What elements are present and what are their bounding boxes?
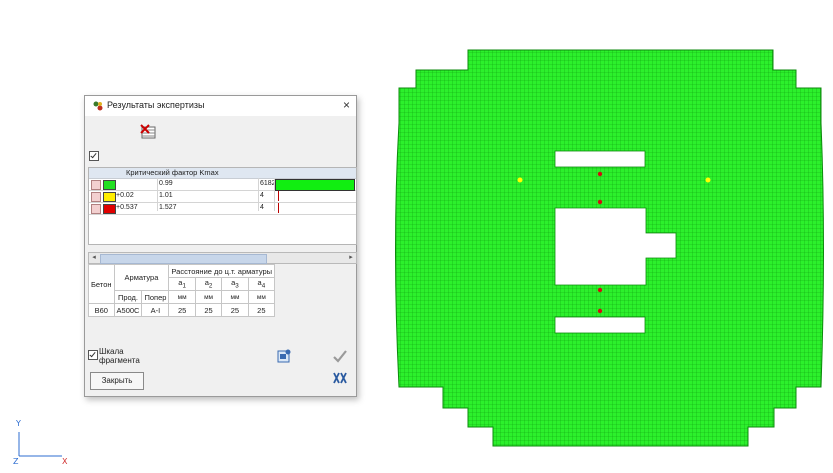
- close-button[interactable]: Закрыть: [90, 372, 144, 390]
- a2-header: a2: [194, 277, 223, 291]
- dialog-title: Результаты экспертизы: [107, 100, 205, 110]
- scroll-right-icon[interactable]: ▸: [346, 253, 356, 263]
- row-value: 1.01: [159, 192, 173, 199]
- poper-header: Попер: [141, 290, 170, 304]
- marker-red: [597, 287, 603, 293]
- settings-icon[interactable]: [276, 348, 292, 364]
- fragment-scale-label: Шкала фрагмента: [99, 347, 140, 365]
- opening-top: [554, 150, 646, 168]
- apply-check-icon[interactable]: [332, 348, 348, 364]
- row-bar: [278, 191, 279, 201]
- a3-header: a3: [221, 277, 249, 291]
- row-delta: +0.537: [116, 204, 138, 211]
- cancel-icon[interactable]: [332, 370, 348, 386]
- prod-header: Прод.: [113, 290, 143, 304]
- row-bar: [275, 179, 355, 191]
- unit-label: мм: [221, 290, 249, 304]
- row-count: 4: [260, 204, 264, 211]
- color-swatch[interactable]: [103, 180, 116, 190]
- app-icon: [93, 101, 103, 111]
- beton-header: Бетон: [88, 264, 115, 304]
- color-swatch[interactable]: [103, 204, 116, 214]
- grid-row[interactable]: +0.02 1.01 4: [89, 191, 356, 203]
- axis-x-label: X: [62, 457, 68, 466]
- row-value: 1.527: [159, 204, 177, 211]
- row-bar: [278, 203, 279, 213]
- scroll-thumb[interactable]: [100, 254, 267, 264]
- show-all-checkbox[interactable]: [89, 151, 99, 161]
- color-swatch[interactable]: [103, 192, 116, 202]
- fragment-scale-checkbox[interactable]: [88, 350, 98, 360]
- opening-bottom: [554, 316, 646, 334]
- row-mark-icon[interactable]: [91, 204, 101, 214]
- scroll-left-icon[interactable]: ◂: [89, 253, 99, 263]
- row-mark-icon[interactable]: [91, 180, 101, 190]
- marker-red: [597, 199, 603, 205]
- marker-yellow: [517, 177, 523, 183]
- marker-red: [597, 308, 603, 314]
- unit-label: мм: [247, 290, 276, 304]
- arm-header: Арматура: [113, 264, 170, 291]
- grid-row[interactable]: +0.537 1.527 4: [89, 203, 356, 215]
- delete-table-icon[interactable]: [140, 124, 158, 140]
- axis-triad: [18, 432, 62, 457]
- marker-red: [597, 171, 603, 177]
- row-value: 0.99: [159, 180, 173, 187]
- marker-yellow: [705, 177, 711, 183]
- grid-row[interactable]: 0.99 6182: [89, 179, 356, 191]
- unit-label: мм: [194, 290, 223, 304]
- row-mark-icon[interactable]: [91, 192, 101, 202]
- grid-header: Критический фактор Kmax: [89, 168, 356, 179]
- row-delta: +0.02: [116, 192, 134, 199]
- dist-header: Расстояние до ц.т. арматуры: [168, 264, 276, 278]
- a1-header: a1: [168, 277, 196, 291]
- axis-y-label: Y: [16, 419, 21, 428]
- expertise-results-dialog: Результаты экспертизы × Критический факт…: [84, 95, 357, 397]
- table-row: B60 A500C A-I 25 25 25 25: [88, 303, 276, 317]
- horizontal-scrollbar[interactable]: ◂ ▸: [88, 252, 357, 264]
- armature-table: Бетон Арматура Расстояние до ц.т. армату…: [88, 264, 276, 317]
- dialog-titlebar[interactable]: Результаты экспертизы ×: [85, 96, 356, 116]
- criterion-header: Критический фактор Kmax: [126, 168, 219, 177]
- row-count: 4: [260, 192, 264, 199]
- a4-header: a4: [247, 277, 276, 291]
- unit-label: мм: [168, 290, 196, 304]
- criteria-grid[interactable]: Критический фактор Kmax 0.99 6182 +0.02 …: [88, 167, 357, 245]
- axis-z-label: Z: [13, 457, 19, 466]
- close-icon[interactable]: ×: [343, 98, 350, 112]
